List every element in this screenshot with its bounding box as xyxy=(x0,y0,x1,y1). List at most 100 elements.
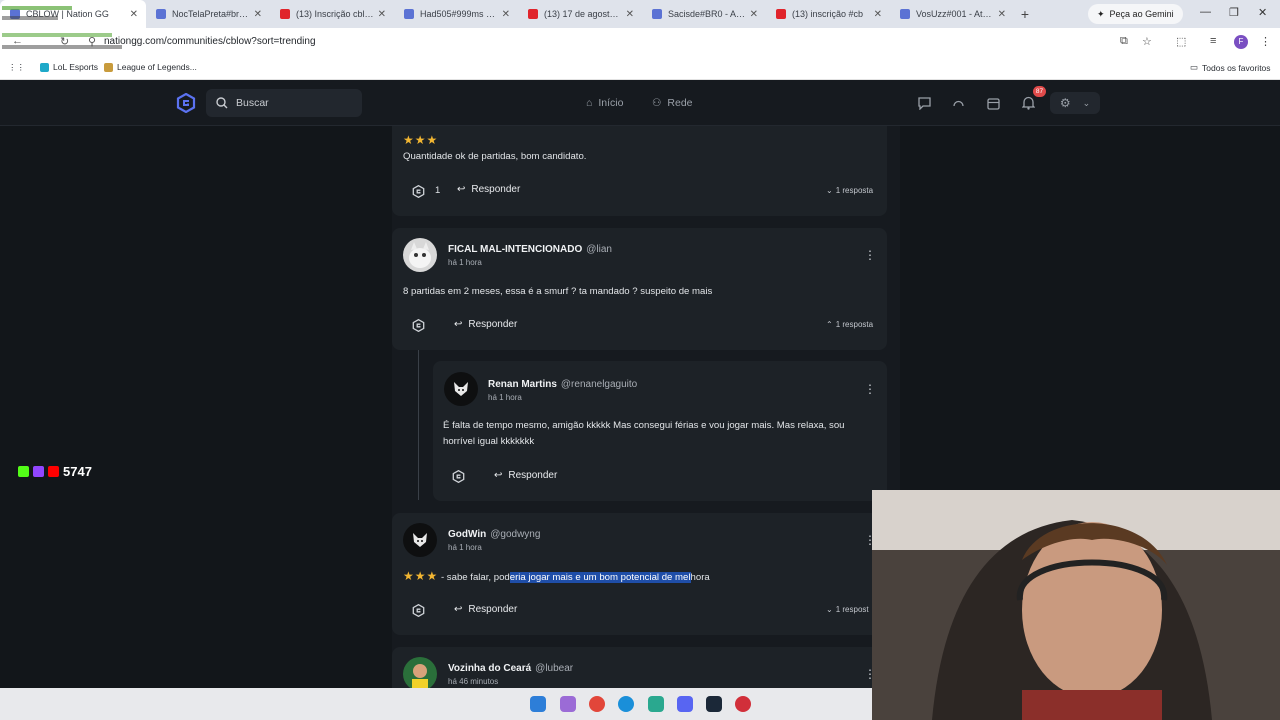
browser-tab[interactable]: CBLOW | Nation GG ✕ xyxy=(0,0,146,28)
nationgg-icon xyxy=(900,9,910,19)
comment-author[interactable]: FICAL MAL-INTENCIONADO @lian xyxy=(448,244,612,255)
avatar[interactable] xyxy=(403,238,437,272)
close-icon[interactable]: ✕ xyxy=(502,9,510,20)
app-icon[interactable] xyxy=(648,696,664,712)
calendar-icon[interactable] xyxy=(981,92,1005,114)
browser-tab[interactable]: (13) 17 de agosto de ✕ xyxy=(518,0,642,28)
close-icon[interactable]: ✕ xyxy=(874,9,882,20)
close-icon[interactable]: ✕ xyxy=(378,9,386,20)
like-count: 1 xyxy=(435,185,441,196)
browser-tab[interactable]: (13) inscrição #cb ✕ xyxy=(766,0,890,28)
windows-start-icon[interactable] xyxy=(530,696,546,712)
steam-icon[interactable] xyxy=(706,696,722,712)
browser-tab[interactable]: Sacisde#BR0 - Atribu ✕ xyxy=(642,0,766,28)
close-icon[interactable]: ✕ xyxy=(626,9,634,20)
extensions-icon[interactable]: ⬚ xyxy=(1176,35,1186,48)
author-handle: @lian xyxy=(586,244,612,255)
edge-icon[interactable] xyxy=(618,696,634,712)
youtube-icon xyxy=(776,9,786,19)
gg-like-icon[interactable] xyxy=(410,317,426,333)
comment-card xyxy=(392,126,887,216)
browser-tab[interactable]: (13) Inscrição cblow 3 ✕ xyxy=(270,0,394,28)
address-bar: ← ↻ ⚲ nationgg.com/communities/cblow?sor… xyxy=(0,28,1280,56)
gg-like-icon[interactable] xyxy=(410,602,426,618)
selected-text: eria jogar mais e um bom potencial de me… xyxy=(509,572,691,583)
tab-title: NocTelaPreta#br1 - Ati xyxy=(172,9,250,19)
reply-button[interactable]: ↩ Responder xyxy=(494,470,557,481)
reply-arrow-icon: ↩ xyxy=(454,319,463,330)
all-bookmarks[interactable]: ▭ Todos os favoritos xyxy=(1190,62,1271,73)
reply-button[interactable]: ↩ Responder xyxy=(454,319,517,330)
cast-icon[interactable]: ⧉ xyxy=(1120,35,1128,48)
league-of-legends-icon xyxy=(104,62,113,72)
bookmark-item[interactable]: LoL Esports xyxy=(40,62,98,72)
nav-home[interactable]: ⌂ Início xyxy=(586,97,623,109)
chevron-down-icon: ⌄ xyxy=(826,186,833,195)
profile-avatar[interactable]: F xyxy=(1234,35,1248,49)
copilot-icon[interactable] xyxy=(560,696,576,712)
more-options-icon[interactable]: ⋮ xyxy=(864,383,876,395)
comment-author[interactable]: Vozinha do Ceará @lubear xyxy=(448,663,573,674)
comment-author[interactable]: GodWin @godwyng xyxy=(448,529,540,540)
site-info-icon[interactable]: ⚲ xyxy=(88,35,96,48)
streamer-webcam-image xyxy=(872,490,1280,720)
url-field[interactable]: nationgg.com/communities/cblow?sort=tren… xyxy=(104,36,316,47)
tab-title: (13) inscrição #cb xyxy=(792,9,864,19)
browser-tab[interactable]: Had505#999ms - Atrib ✕ xyxy=(394,0,518,28)
people-icon: ⚇ xyxy=(652,97,662,109)
reply-label: Responder xyxy=(468,319,518,330)
reply-label: Responder xyxy=(471,184,521,195)
search-input[interactable] xyxy=(236,97,346,109)
bookmark-item[interactable]: League of Legends... xyxy=(104,62,197,72)
chevron-up-icon: ⌃ xyxy=(826,320,833,329)
reply-button[interactable]: ↩ Responder xyxy=(454,604,517,615)
avatar[interactable] xyxy=(403,657,437,688)
comment-author[interactable]: Renan Martins @renanelgaguito xyxy=(488,379,637,390)
close-icon[interactable]: ✕ xyxy=(130,9,138,20)
support-icon[interactable] xyxy=(946,92,970,114)
nav-network[interactable]: ⚇ Rede xyxy=(652,97,693,109)
settings-menu[interactable]: ⚙ ⌄ xyxy=(1050,92,1100,114)
gg-like-icon[interactable] xyxy=(410,183,426,199)
discord-icon[interactable] xyxy=(677,696,693,712)
more-options-icon[interactable]: ⋮ xyxy=(864,249,876,261)
avatar[interactable] xyxy=(444,372,478,406)
reply-button[interactable]: ↩ Responder xyxy=(457,184,520,195)
lol-esports-icon xyxy=(40,62,49,72)
nationgg-icon xyxy=(652,9,662,19)
browser-tab[interactable]: NocTelaPreta#br1 - Ati ✕ xyxy=(146,0,270,28)
replies-toggle[interactable]: ⌄ 1 resposta xyxy=(826,186,873,195)
bookmark-star-icon[interactable]: ☆ xyxy=(1142,35,1152,48)
reload-icon[interactable]: ↻ xyxy=(60,35,69,48)
close-icon[interactable]: ✕ xyxy=(998,9,1006,20)
close-icon[interactable]: ✕ xyxy=(750,9,758,20)
gg-like-icon[interactable] xyxy=(450,468,466,484)
gear-icon: ⚙ xyxy=(1059,96,1071,110)
avatar[interactable] xyxy=(403,523,437,557)
replies-count: 1 resposta xyxy=(835,320,874,329)
minimize-icon[interactable]: — xyxy=(1200,6,1211,18)
close-window-icon[interactable]: ✕ xyxy=(1258,6,1267,19)
replies-count: 1 resposta xyxy=(835,186,874,195)
search-box[interactable] xyxy=(206,89,362,117)
new-tab-button[interactable]: + xyxy=(1014,6,1036,22)
reading-list-icon[interactable]: ≡ xyxy=(1210,35,1216,47)
folder-icon: ▭ xyxy=(1190,62,1199,72)
notification-badge: 87 xyxy=(1033,86,1046,97)
nationgg-logo-icon[interactable] xyxy=(176,92,196,118)
close-icon[interactable]: ✕ xyxy=(254,9,262,20)
app-icon[interactable] xyxy=(735,696,751,712)
replies-toggle[interactable]: ⌄ 1 respost xyxy=(826,605,869,614)
comment-text: ★★★ - sabe falar, poderia jogar mais e u… xyxy=(403,568,710,586)
browser-tab[interactable]: VosUzz#001 - Atribu ✕ xyxy=(890,0,1014,28)
reply-label: Responder xyxy=(468,604,518,615)
replies-toggle[interactable]: ⌃ 1 resposta xyxy=(826,320,873,329)
gemini-button[interactable]: ✦ Peça ao Gemini xyxy=(1088,4,1183,24)
back-icon[interactable]: ← xyxy=(12,35,23,47)
author-name: Vozinha do Ceará xyxy=(448,663,532,674)
apps-icon[interactable]: ⋮⋮ xyxy=(8,62,25,73)
restore-icon[interactable]: ❐ xyxy=(1229,6,1239,19)
chrome-icon[interactable] xyxy=(589,696,605,712)
messages-icon[interactable] xyxy=(912,92,936,114)
browser-menu-icon[interactable]: ⋮ xyxy=(1260,35,1271,48)
